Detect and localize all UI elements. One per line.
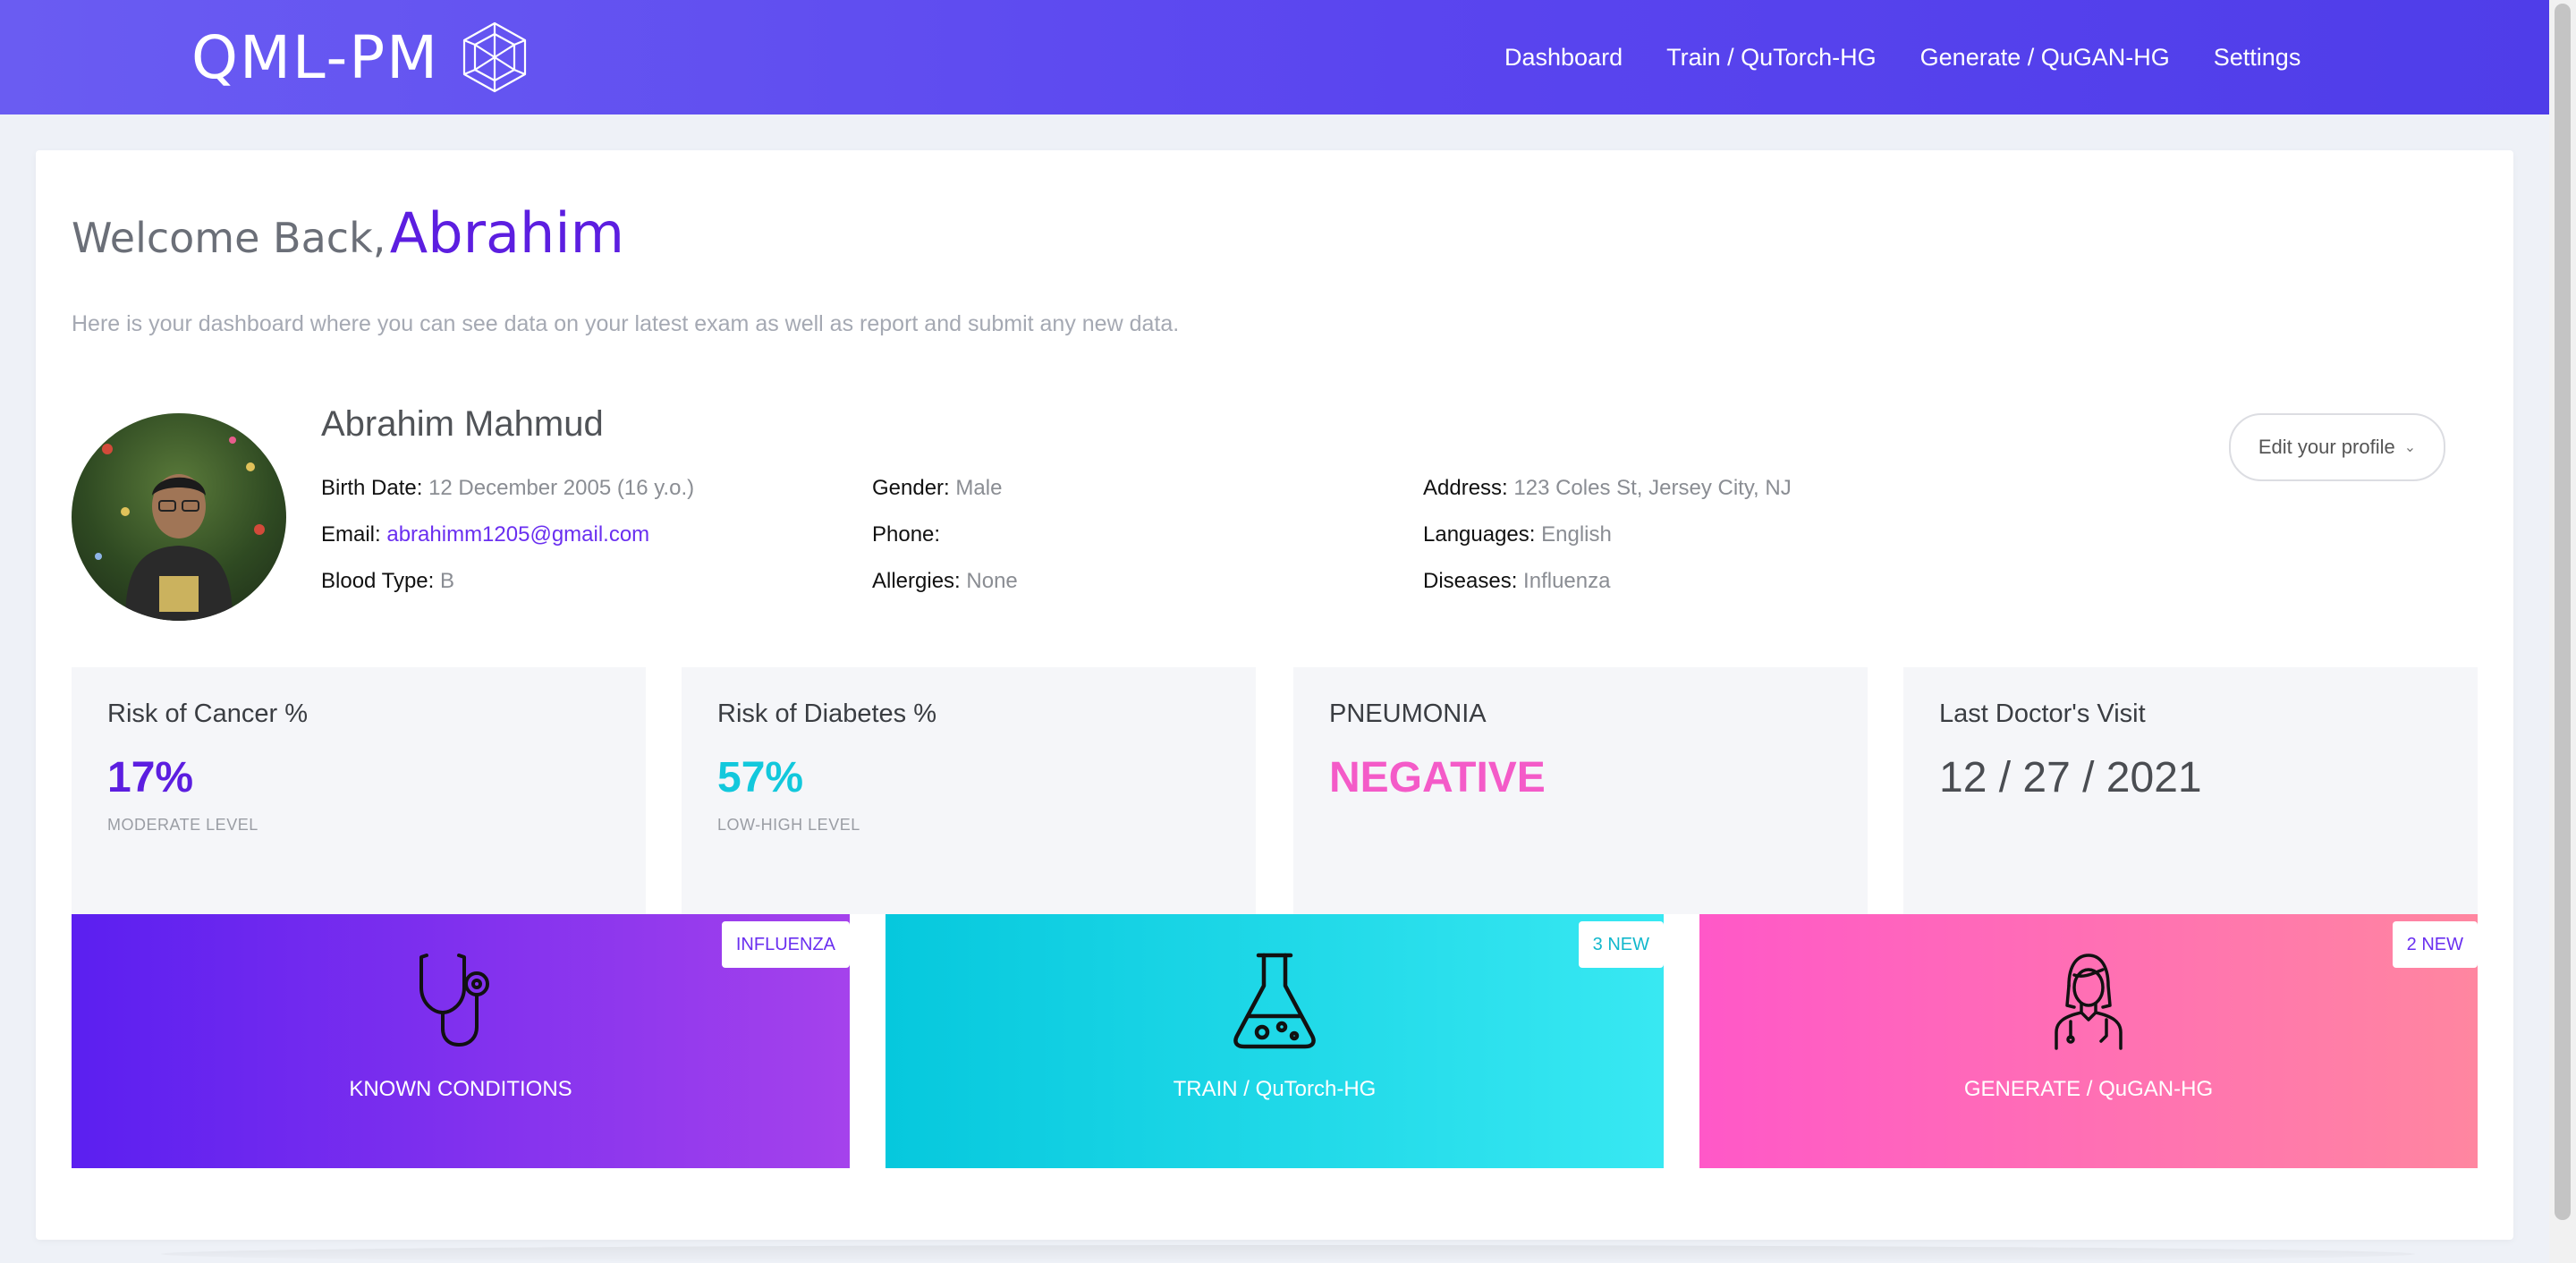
stat-value: 57% bbox=[717, 754, 804, 801]
hexagon-logo-icon bbox=[462, 21, 527, 93]
stat-title: PNEUMONIA bbox=[1329, 699, 1487, 728]
welcome-user-name: Abrahim bbox=[389, 200, 624, 266]
tile-badge: 2 NEW bbox=[2392, 921, 2478, 968]
brand-name: QML-PM bbox=[191, 22, 440, 92]
tile-label: KNOWN CONDITIONS bbox=[349, 1077, 572, 1101]
field-languages: Languages: English bbox=[1423, 522, 1612, 547]
tile-badge: 3 NEW bbox=[1578, 921, 1664, 968]
stat-last-visit: Last Doctor's Visit 12 / 27 / 2021 bbox=[1903, 667, 2478, 914]
tile-label: TRAIN / QuTorch-HG bbox=[1173, 1077, 1377, 1101]
nav-train[interactable]: Train / QuTorch-HG bbox=[1666, 44, 1877, 72]
tile-label: GENERATE / QuGAN-HG bbox=[1963, 1077, 2214, 1101]
stat-subtitle: LOW-HIGH LEVEL bbox=[717, 816, 860, 834]
field-allergies: Allergies: None bbox=[872, 569, 1018, 593]
brand[interactable]: QML-PM bbox=[191, 16, 532, 98]
avatar-photo-icon bbox=[95, 437, 265, 621]
edit-profile-label: Edit your profile bbox=[2258, 436, 2395, 458]
scrollbar-thumb[interactable] bbox=[2555, 4, 2571, 1220]
doctor-icon bbox=[2055, 954, 2123, 1050]
intro-text: Here is your dashboard where you can see… bbox=[72, 311, 1180, 336]
field-gender: Gender: Male bbox=[872, 476, 1003, 500]
avatar bbox=[72, 413, 286, 621]
page-bottom-shadow bbox=[161, 1245, 2415, 1263]
nav-dashboard[interactable]: Dashboard bbox=[1504, 44, 1623, 72]
top-navbar: QML-PM Dashboard Train / QuTorch-HG Gene… bbox=[0, 0, 2549, 114]
flask-icon bbox=[1233, 953, 1316, 1049]
field-email: Email: abrahimm1205@gmail.com bbox=[321, 522, 650, 547]
tile-generate[interactable]: 2 NEW GENERATE / QuGAN-HG bbox=[1699, 914, 2478, 1168]
field-diseases: Diseases: Influenza bbox=[1423, 569, 1611, 593]
nav-generate[interactable]: Generate / QuGAN-HG bbox=[1920, 44, 2170, 72]
stat-value: 12 / 27 / 2021 bbox=[1939, 754, 2202, 801]
nav-settings[interactable]: Settings bbox=[2214, 44, 2301, 72]
stethoscope-icon bbox=[419, 954, 489, 1047]
welcome-heading: Welcome Back, Abrahim bbox=[72, 200, 624, 266]
welcome-prefix: Welcome Back, bbox=[72, 214, 386, 262]
stat-title: Risk of Diabetes % bbox=[717, 699, 936, 728]
main-nav: Dashboard Train / QuTorch-HG Generate / … bbox=[1504, 0, 2301, 114]
stat-pneumonia: PNEUMONIA NEGATIVE bbox=[1293, 667, 1868, 914]
stat-cancer-risk: Risk of Cancer % 17% MODERATE LEVEL bbox=[72, 667, 646, 914]
stat-value: 17% bbox=[107, 754, 194, 801]
stat-title: Last Doctor's Visit bbox=[1939, 699, 2146, 728]
tile-badge: INFLUENZA bbox=[721, 921, 850, 968]
chevron-down-icon: ⌄ bbox=[2403, 440, 2417, 455]
profile-name: Abrahim Mahmud bbox=[321, 404, 604, 444]
tile-train[interactable]: 3 NEW TRAIN / QuTorch-HG bbox=[886, 914, 1664, 1168]
stat-subtitle: MODERATE LEVEL bbox=[107, 816, 258, 834]
field-phone: Phone: bbox=[872, 522, 941, 547]
stat-title: Risk of Cancer % bbox=[107, 699, 309, 728]
edit-profile-button[interactable]: Edit your profile ⌄ bbox=[2229, 413, 2445, 481]
stat-value: NEGATIVE bbox=[1329, 754, 1546, 801]
tile-known-conditions[interactable]: INFLUENZA KNOWN CONDITIONS bbox=[72, 914, 850, 1168]
field-birth-date: Birth Date: 12 December 2005 (16 y.o.) bbox=[321, 476, 695, 500]
stat-diabetes-risk: Risk of Diabetes % 57% LOW-HIGH LEVEL bbox=[682, 667, 1256, 914]
field-blood-type: Blood Type: B bbox=[321, 569, 455, 593]
field-address: Address: 123 Coles St, Jersey City, NJ bbox=[1423, 476, 1792, 500]
email-link[interactable]: abrahimm1205@gmail.com bbox=[386, 522, 649, 547]
